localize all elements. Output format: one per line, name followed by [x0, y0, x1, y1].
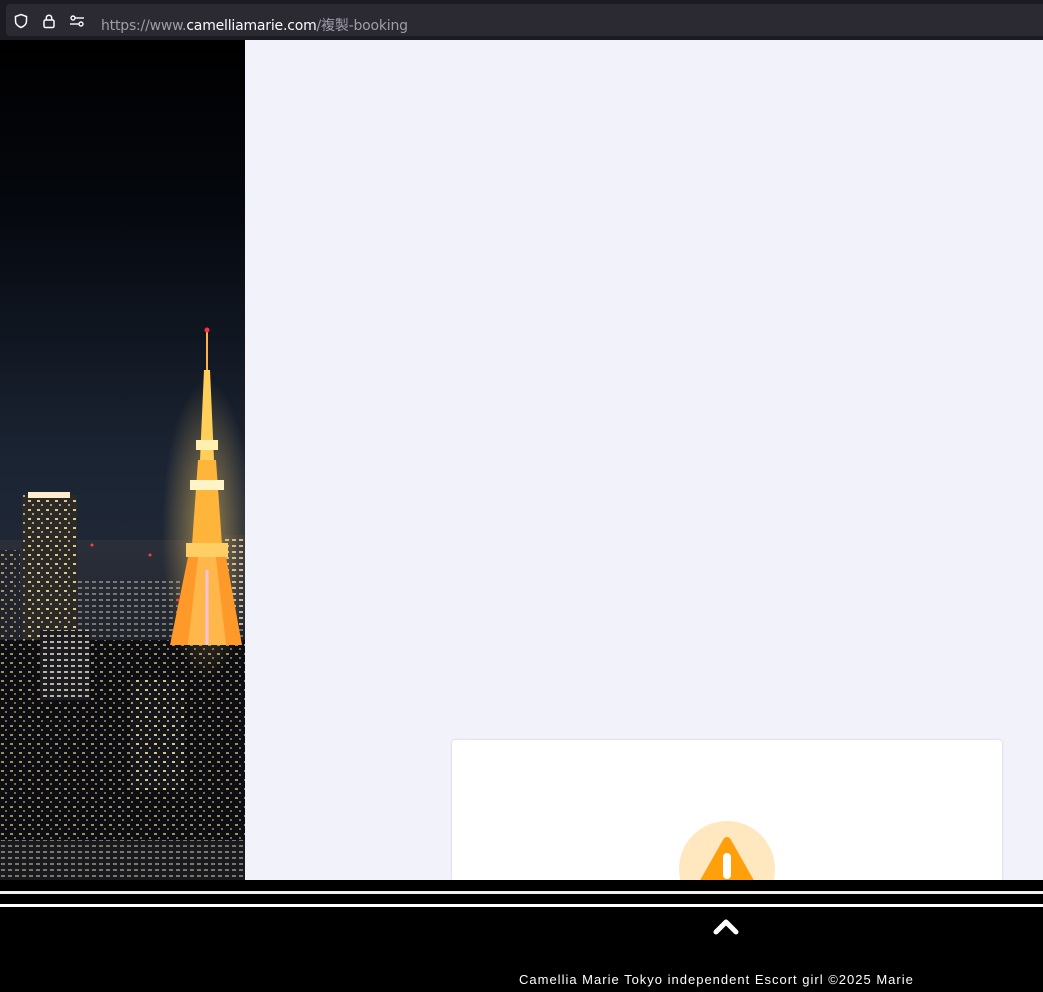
warning-icon — [679, 821, 775, 880]
url-host: camelliamarie.com — [186, 18, 317, 34]
chevron-up-icon[interactable] — [712, 917, 740, 937]
copyright-text: Camellia Marie Tokyo independent Escort … — [519, 972, 914, 987]
footer-divider — [0, 891, 1043, 894]
hero-image-tokyo-tower — [0, 40, 245, 880]
url-prefix: https://www. — [101, 18, 187, 34]
address-bar[interactable]: https://www.camelliamarie.com/複製-booking — [6, 4, 1043, 36]
booking-card — [452, 740, 1002, 880]
lock-icon[interactable] — [41, 13, 57, 29]
footer-divider — [0, 904, 1043, 907]
url-path: /複製-booking — [316, 18, 409, 34]
permissions-icon[interactable] — [69, 13, 85, 29]
page-content — [0, 40, 1043, 880]
footer: Camellia Marie Tokyo independent Escort … — [0, 880, 1043, 992]
shield-icon[interactable] — [13, 13, 29, 29]
browser-toolbar: https://www.camelliamarie.com/複製-booking — [0, 0, 1043, 40]
url-text[interactable]: https://www.camelliamarie.com/複製-booking — [101, 15, 408, 35]
